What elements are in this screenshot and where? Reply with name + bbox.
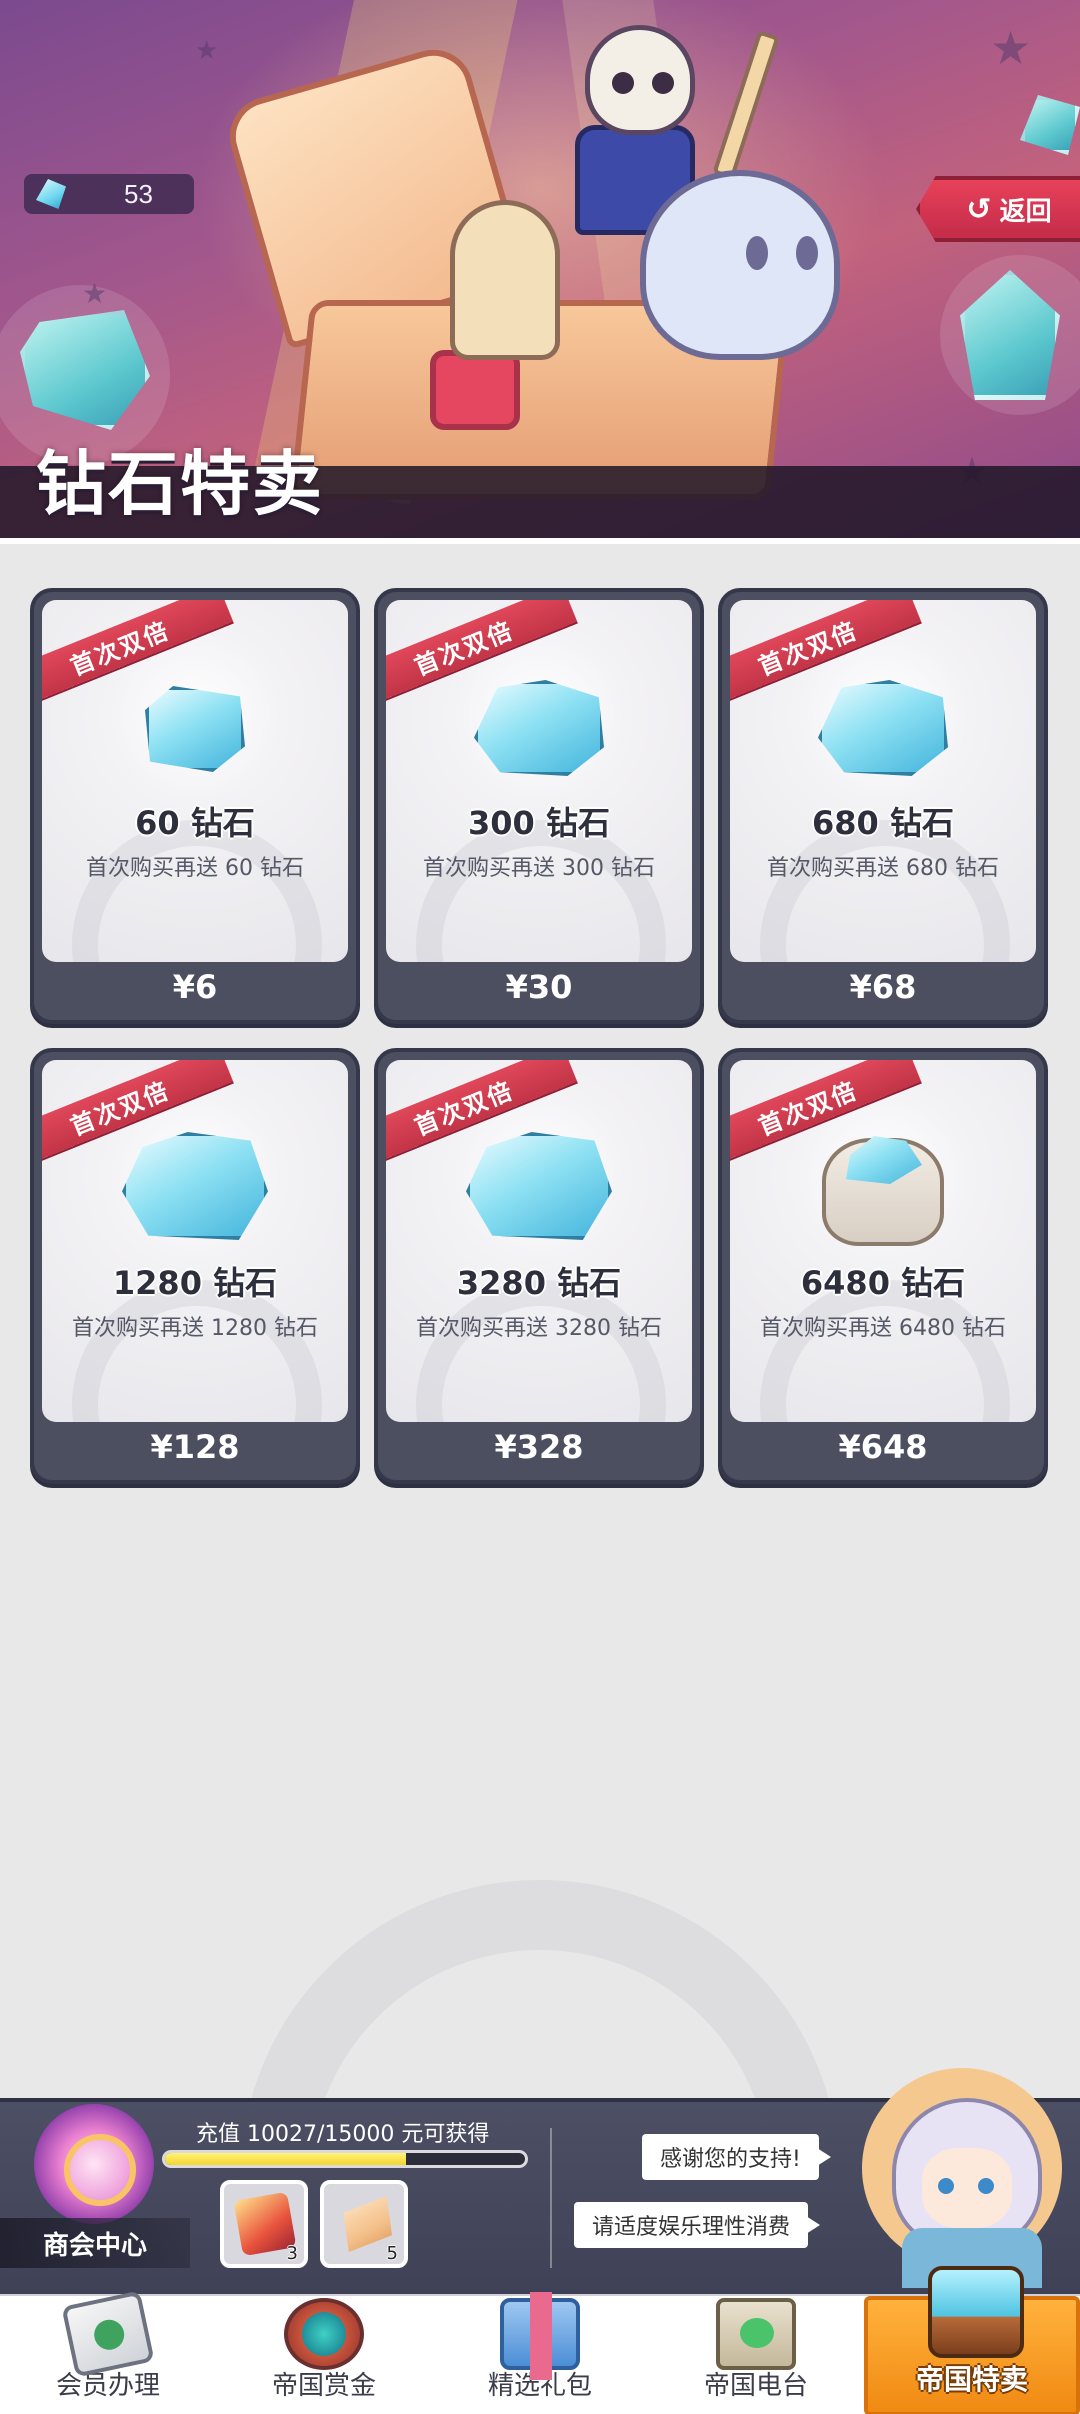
page-title: 钻石特卖 — [36, 443, 324, 525]
price-button[interactable]: ¥328 — [378, 1414, 700, 1480]
chest-lock — [430, 350, 520, 430]
mascot-avatar — [862, 2068, 1072, 2288]
product-card[interactable]: 首次双倍 680 钻石 首次购买再送 680 钻石 ¥68 — [718, 588, 1048, 1024]
bounty-emblem-icon — [284, 2298, 364, 2370]
product-bonus: 首次购买再送 680 钻石 — [767, 856, 999, 881]
product-card[interactable]: 首次双倍 300 钻石 首次购买再送 300 钻石 ¥30 — [374, 588, 704, 1024]
diamond-balance-value: 53 — [124, 178, 153, 209]
sword — [712, 30, 780, 180]
speech-bubble: 请适度娱乐理性消费 — [574, 2202, 821, 2248]
product-card-body: 首次双倍 300 钻石 首次购买再送 300 钻石 — [386, 600, 692, 962]
member-emblem-icon[interactable] — [34, 2104, 154, 2224]
diamond-heap-icon — [122, 1132, 268, 1240]
gem-decoration — [1020, 95, 1080, 155]
nav-radio[interactable]: 帝国电台 — [648, 2296, 864, 2414]
recharge-progress-fill — [165, 2153, 406, 2165]
diamond-heap-icon — [466, 1132, 612, 1240]
recharge-progress-bar — [162, 2150, 528, 2168]
product-card-body: 首次双倍 3280 钻石 首次购买再送 3280 钻石 — [386, 1060, 692, 1422]
reward-count: 5 — [386, 2243, 398, 2264]
recharge-progress-text: 充值 10027/15000 元可获得 — [196, 2122, 490, 2147]
product-amount: 6480 钻石 — [800, 1264, 966, 1302]
product-amount: 300 钻石 — [468, 804, 610, 842]
ghost-figure — [640, 170, 840, 360]
product-card[interactable]: 首次双倍 6480 钻石 首次购买再送 6480 钻石 ¥648 — [718, 1048, 1048, 1484]
product-grid: 首次双倍 60 钻石 首次购买再送 60 钻石 ¥6 首次双倍 300 钻石 首… — [30, 588, 1052, 1484]
treasure-chest-icon — [928, 2266, 1024, 2358]
divider — [0, 538, 1080, 544]
product-bonus: 首次购买再送 300 钻石 — [423, 856, 655, 881]
product-amount: 60 钻石 — [135, 804, 255, 842]
divider — [550, 2128, 552, 2268]
nav-empire-sale[interactable]: 帝国特卖 — [864, 2266, 1080, 2414]
price-button[interactable]: ¥68 — [722, 954, 1044, 1020]
back-button[interactable]: ↺ 返回 — [916, 176, 1080, 242]
reward-item[interactable]: 3 — [220, 2180, 308, 2268]
reward-count: 3 — [286, 2243, 298, 2264]
back-button-label: 返回 — [999, 196, 1052, 227]
nav-bounty[interactable]: 帝国赏金 — [216, 2296, 432, 2414]
price-button[interactable]: ¥128 — [34, 1414, 356, 1480]
product-amount: 680 钻石 — [812, 804, 954, 842]
skeleton-head — [585, 25, 695, 135]
diamond-balance: 53 — [24, 174, 194, 214]
gift-pack-icon — [500, 2292, 580, 2380]
diamond-pile-icon — [474, 680, 604, 776]
product-card-body: 首次双倍 6480 钻石 首次购买再送 6480 钻石 — [730, 1060, 1036, 1422]
product-card-body: 首次双倍 1280 钻石 首次购买再送 1280 钻石 — [42, 1060, 348, 1422]
star-icon: ★ — [82, 277, 108, 310]
price-button[interactable]: ¥648 — [722, 1414, 1044, 1480]
ticket-icon — [343, 2196, 392, 2252]
product-amount: 1280 钻石 — [112, 1264, 278, 1302]
product-card[interactable]: 首次双倍 1280 钻石 首次购买再送 1280 钻石 ¥128 — [30, 1048, 360, 1484]
star-icon: ★ — [990, 21, 1032, 75]
nav-member[interactable]: 会员办理 — [0, 2290, 216, 2414]
nav-label: 帝国赏金 — [271, 2371, 376, 2401]
price-button[interactable]: ¥30 — [378, 954, 700, 1020]
diamond-bag-icon — [822, 1138, 944, 1246]
product-card-body: 首次双倍 680 钻石 首次购买再送 680 钻石 — [730, 600, 1036, 962]
product-amount: 3280 钻石 — [456, 1264, 622, 1302]
diamond-icon — [36, 179, 66, 209]
diamond-pile-icon — [818, 680, 948, 776]
mascot-face — [922, 2148, 1012, 2228]
bottom-navigation: 会员办理 帝国赏金 精选礼包 帝国电台 帝国特卖 — [0, 2266, 1080, 2414]
speech-bubble: 感谢您的支持! — [642, 2134, 831, 2180]
nav-gift-pack[interactable]: 精选礼包 — [432, 2292, 648, 2414]
reward-item[interactable]: 5 — [320, 2180, 408, 2268]
return-arrow-icon: ↺ — [966, 191, 992, 227]
product-bonus: 首次购买再送 1280 钻石 — [72, 1316, 318, 1341]
product-bonus: 首次购买再送 6480 钻石 — [760, 1316, 1006, 1341]
star-icon: ★ — [195, 36, 219, 66]
product-card[interactable]: 首次双倍 3280 钻石 首次购买再送 3280 钻石 ¥328 — [374, 1048, 704, 1484]
nav-label: 帝国特卖 — [915, 2363, 1028, 2396]
price-button[interactable]: ¥6 — [34, 954, 356, 1020]
diamond-small-icon — [145, 686, 245, 772]
nav-label: 帝国电台 — [703, 2371, 808, 2401]
product-card[interactable]: 首次双倍 60 钻石 首次购买再送 60 钻石 ¥6 — [30, 588, 360, 1024]
tentacle-figure — [450, 200, 560, 360]
product-bonus: 首次购买再送 3280 钻石 — [416, 1316, 662, 1341]
product-card-body: 首次双倍 60 钻石 首次购买再送 60 钻石 — [42, 600, 348, 962]
product-bonus: 首次购买再送 60 钻石 — [86, 856, 304, 881]
member-center-label[interactable]: 商会中心 — [0, 2218, 190, 2268]
radio-scroll-icon — [716, 2298, 796, 2370]
